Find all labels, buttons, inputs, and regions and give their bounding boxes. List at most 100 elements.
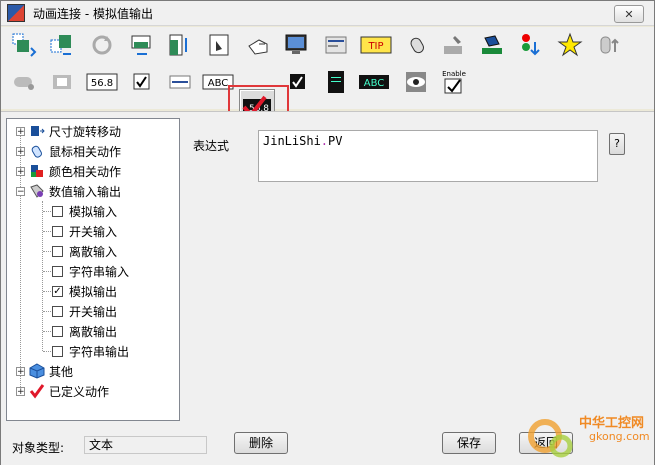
tree-node-label: 离散输出 [69,324,118,339]
input-icon[interactable] [9,67,39,97]
fill-icon[interactable] [477,30,507,60]
rotate-icon[interactable] [87,30,117,60]
expand-toggle[interactable]: + [16,166,25,176]
mouse-icon[interactable] [401,30,431,60]
expression-dot: . [320,134,329,148]
cube-icon [29,363,45,379]
object-type-value: 文本 [84,436,207,454]
move-icon[interactable] [47,30,77,60]
delete-button[interactable]: 删除 [234,432,288,454]
eye-icon[interactable] [401,67,431,97]
tree-node-label: 数值输入输出 [49,184,122,199]
title-bar: 动画连接 - 模拟值输出 ✕ [1,1,654,26]
tree-node-label: 模拟输入 [69,204,118,219]
tree-node-mouse-actions[interactable]: + 鼠标相关动作 [16,142,121,160]
tree-node-analog-output[interactable]: ✓ 模拟输出 [52,282,117,300]
expand-toggle[interactable]: + [16,126,25,136]
checkbox[interactable] [52,205,63,217]
tree-node-label: 离散输入 [69,244,118,259]
enable-icon[interactable]: Enable [437,67,471,97]
action-tree: + 尺寸旋转移动 + 鼠标相关动作 + 颜色相关动作 − 数值输入输出 模拟输入… [6,118,180,421]
tooltip-icon[interactable]: TIP [359,30,393,60]
analog-input-icon[interactable]: 56.8 [85,67,119,97]
checkbox[interactable] [52,305,63,317]
return-button[interactable]: 返回 [519,432,573,454]
tree-node-label: 已定义动作 [49,384,110,399]
tree-node-label: 颜色相关动作 [49,164,122,179]
resize-h-icon[interactable] [127,30,157,60]
tree-node-discrete-input[interactable]: 离散输入 [52,242,117,260]
numeric-io-icon [29,183,45,199]
tree-node-label: 开关输出 [69,304,118,319]
close-button[interactable]: ✕ [614,5,644,23]
expand-toggle[interactable]: + [16,366,25,376]
dialog-window: 动画连接 - 模拟值输出 ✕ TIP 56.8 ABC 56.8 ABC Ena… [0,0,655,465]
output-icon[interactable] [47,67,77,97]
expression-input[interactable]: JinLiShi.PV [258,130,598,182]
tree-node-label: 字符串输入 [69,264,130,279]
mouse-icon [29,143,45,159]
tree-node-string-input[interactable]: 字符串输入 [52,262,129,280]
hide-icon[interactable] [593,30,623,60]
tree-node-color-actions[interactable]: + 颜色相关动作 [16,162,121,180]
window-title: 动画连接 - 模拟值输出 [33,6,153,21]
expression-label: 表达式 [193,139,230,153]
tree-node-switch-input[interactable]: 开关输入 [52,222,117,240]
checkbox[interactable] [52,345,63,357]
svg-text:ABC: ABC [208,78,229,89]
svg-text:ABC: ABC [364,78,385,89]
svg-text:56.8: 56.8 [91,78,113,89]
tree-node-switch-output[interactable]: 开关输出 [52,302,117,320]
size-move-icon[interactable] [9,30,39,60]
save-button[interactable]: 保存 [442,432,496,454]
tree-node-other[interactable]: + 其他 [16,362,73,380]
tree-node-label: 模拟输出 [69,284,118,299]
discrete-output-icon[interactable] [283,67,313,97]
content-area: + 尺寸旋转移动 + 鼠标相关动作 + 颜色相关动作 − 数值输入输出 模拟输入… [1,111,654,465]
abc-output-icon[interactable]: ABC [357,67,391,97]
bottom-bar: 对象类型: 文本 删除 保存 返回 [1,426,654,466]
tree-node-defined-actions[interactable]: + 已定义动作 [16,382,109,400]
expression-text: PV [328,134,343,148]
tree-node-label: 开关输入 [69,224,118,239]
toolbar: TIP 56.8 ABC 56.8 ABC Enable [1,27,654,139]
checkbox[interactable] [52,245,63,257]
dark-list-icon[interactable] [321,67,351,97]
checkmark-icon [29,383,45,399]
svg-text:TIP: TIP [367,41,383,52]
tree-node-label: 其他 [49,364,74,379]
expression-text: JinLiShi [263,134,321,148]
help-button[interactable]: ? [609,133,625,155]
expand-toggle[interactable]: + [16,146,25,156]
monitor-icon[interactable] [281,30,311,60]
tree-node-label: 字符串输出 [69,344,130,359]
app-icon [7,4,25,22]
resize-v-icon[interactable] [165,30,195,60]
size-move-icon [29,123,45,139]
traffic-light-icon[interactable] [515,30,545,60]
checkbox[interactable] [52,265,63,277]
collapse-toggle[interactable]: − [16,186,25,196]
mouse-point-icon[interactable] [243,30,273,60]
checkbox-checked[interactable]: ✓ [52,285,63,297]
string-input-icon[interactable] [165,67,195,97]
expand-toggle[interactable]: + [16,386,25,396]
tree-node-numeric-io[interactable]: − 数值输入输出 [16,182,121,200]
color-icon [29,163,45,179]
tree-node-label: 鼠标相关动作 [49,144,122,159]
mouse-action-icon[interactable] [205,30,235,60]
svg-text:Enable: Enable [442,70,466,78]
tree-node-size-rotate-move[interactable]: + 尺寸旋转移动 [16,122,121,140]
checkbox[interactable] [52,325,63,337]
pen-icon[interactable] [439,30,469,60]
object-type-label: 对象类型: [12,441,65,455]
discrete-input-icon[interactable] [127,67,157,97]
checkbox[interactable] [52,225,63,237]
tree-node-label: 尺寸旋转移动 [49,124,122,139]
tree-node-analog-input[interactable]: 模拟输入 [52,202,117,220]
list-icon[interactable] [321,30,351,60]
tree-node-string-output[interactable]: 字符串输出 [52,342,129,360]
blink-icon[interactable] [555,30,585,60]
tree-node-discrete-output[interactable]: 离散输出 [52,322,117,340]
abc-input-icon[interactable]: ABC [201,67,235,97]
